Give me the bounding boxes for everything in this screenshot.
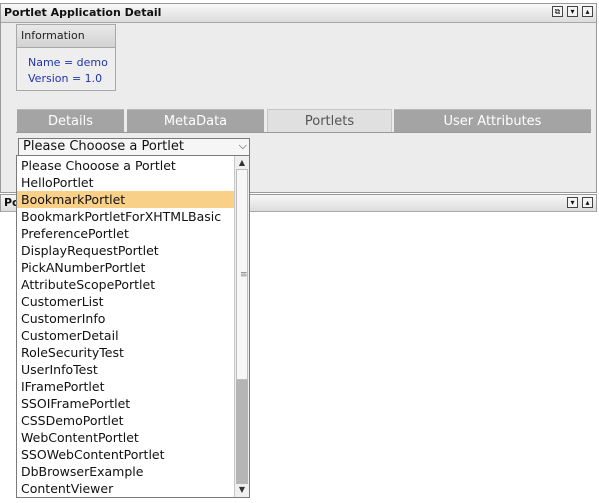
dropdown-option[interactable]: Please Chooose a Portlet [17,157,235,174]
dropdown-option[interactable]: WebContentPortlet [17,429,235,446]
dropdown-option[interactable]: SSOIFramePortlet [17,395,235,412]
dropdown-option[interactable]: DisplayRequestPortlet [17,242,235,259]
scrollbar-track[interactable] [236,380,248,484]
portlet-title: Portlet Application Detail [4,6,162,19]
scroll-up-icon[interactable]: ▲ [236,157,248,169]
chevron-down-icon: ⌵ [238,139,247,152]
dropdown-option[interactable]: PreferencePortlet [17,225,235,242]
tab-details[interactable]: Details [17,109,124,133]
portlet-select[interactable]: Please Chooose a Portlet ⌵ [18,138,250,156]
maximize-icon[interactable]: ▴ [582,197,593,208]
dropdown-option[interactable]: BookmarkPortletForXHTMLBasic [17,208,235,225]
dropdown-option[interactable]: BookmarkPortlet [17,191,235,208]
information-heading: Information [21,29,85,42]
dropdown-option[interactable]: CustomerDetail [17,327,235,344]
information-header: Information [17,25,115,48]
info-name: Name = demo [28,56,108,69]
portlet-titlebar: Portlet Application Detail ⧉ ▾ ▴ [1,4,596,23]
portlet-select-value: Please Chooose a Portlet [23,139,184,154]
portlet-dropdown-list[interactable]: Please Chooose a Portlet HelloPortlet Book… [16,155,250,498]
minimize-icon[interactable]: ▾ [567,6,578,17]
tab-divider [16,132,591,133]
minimize-icon[interactable]: ▾ [567,197,578,208]
dropdown-option[interactable]: IFramePortlet [17,378,235,395]
dropdown-option[interactable]: RoleSecurityTest [17,344,235,361]
scroll-down-icon[interactable]: ▼ [236,484,248,496]
dropdown-scrollbar[interactable]: ▲ ≡ ▼ [234,156,249,497]
scrollbar-thumb[interactable]: ≡ [236,169,248,380]
dropdown-option[interactable]: HelloPortlet [17,174,235,191]
scrollbar-grip-icon: ≡ [240,270,248,280]
dropdown-option[interactable]: CustomerList [17,293,235,310]
information-box: Information Name = demo Version = 1.0 [16,24,116,91]
dropdown-option[interactable]: UserInfoTest [17,361,235,378]
tab-portlets[interactable]: Portlets [267,109,392,133]
maximize-icon[interactable]: ▴ [582,6,593,17]
dropdown-option[interactable]: ContentViewer [17,480,235,497]
dropdown-option[interactable]: SSOWebContentPortlet [17,446,235,463]
dropdown-option[interactable]: DbBrowserExample [17,463,235,480]
info-version: Version = 1.0 [28,72,103,85]
dropdown-option[interactable]: AttributeScopePortlet [17,276,235,293]
dropdown-option[interactable]: PickANumberPortlet [17,259,235,276]
tab-user-attributes[interactable]: User Attributes [394,109,591,133]
dropdown-option[interactable]: CustomerInfo [17,310,235,327]
dropdown-option[interactable]: CSSDemoPortlet [17,412,235,429]
restore-icon[interactable]: ⧉ [552,6,563,17]
tab-metadata[interactable]: MetaData [127,109,264,133]
